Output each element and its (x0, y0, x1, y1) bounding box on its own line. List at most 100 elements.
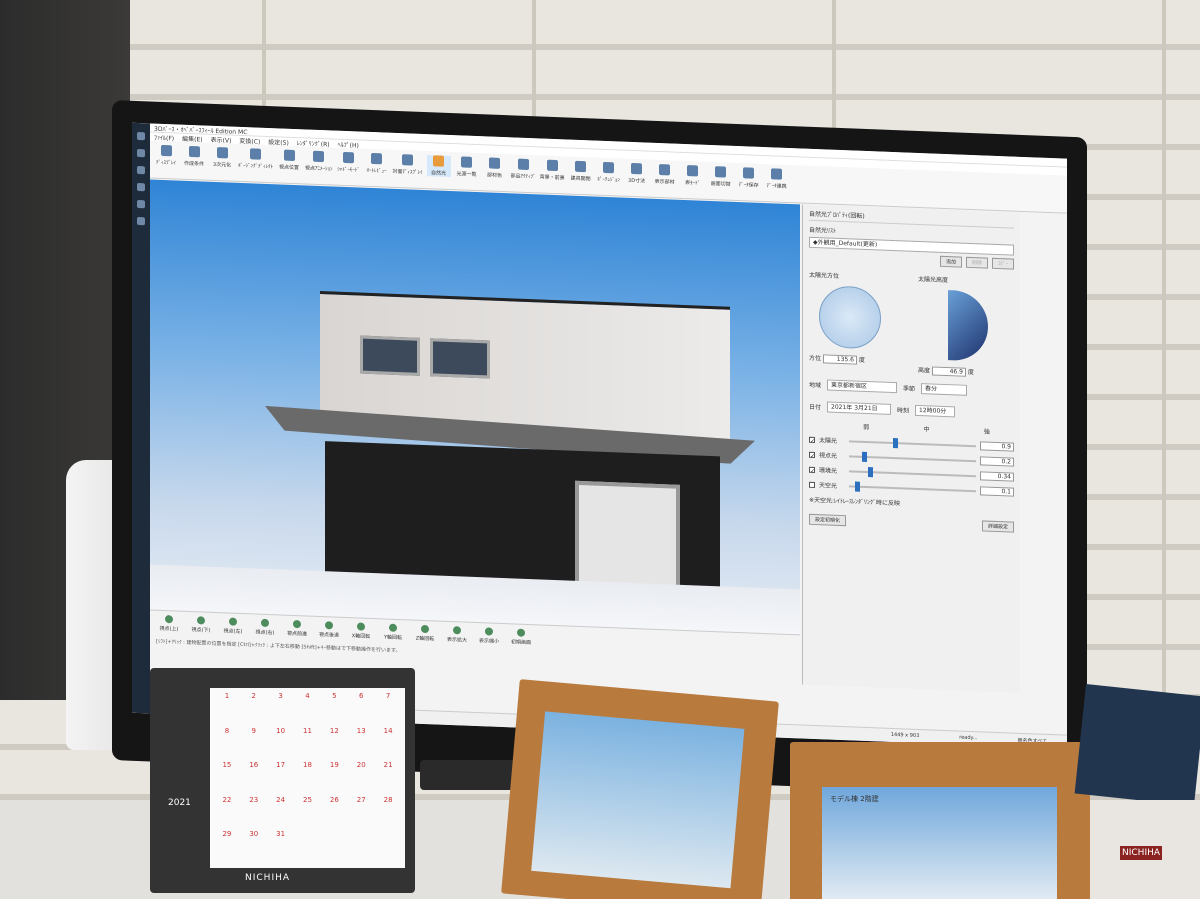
brochure: NICHIHA (1090, 800, 1200, 899)
search-icon[interactable] (137, 148, 145, 158)
natural-light-button[interactable]: 自然光 (426, 155, 451, 178)
initial-view-button[interactable]: 初期画面 (508, 628, 534, 646)
calendar-day: 27 (356, 795, 366, 804)
expand-icon (453, 626, 461, 635)
posing-button[interactable]: ﾎﾟｰｼﾞﾝｸﾞﾃﾞｨﾚｸﾄ (238, 148, 273, 170)
view-up-button[interactable]: 視点(上) (156, 615, 182, 633)
zoom-in-button[interactable]: 表示拡大 (444, 626, 470, 644)
data-link-button[interactable]: ﾃﾞｰﾀ連携 (765, 168, 789, 190)
delete-button[interactable]: 削除 (965, 256, 988, 269)
altitude-section: 太陽光高度 高度 46.9 度 (918, 274, 1014, 379)
3d-dimension-button[interactable]: 3D寸法 (625, 162, 649, 185)
light-value[interactable]: 0.1 (980, 486, 1014, 497)
3d-viewport[interactable] (150, 179, 800, 635)
app-icon[interactable] (137, 216, 145, 226)
view-back-button[interactable]: 視点後退 (316, 621, 342, 639)
azimuth-field-label: 方位 (809, 354, 822, 363)
navigation-hint: [ｼﾌﾄ]+ｸﾘｯｸ : 建物配置の位置を指定 [Ctrl]+ｸﾘｯｸ : よ下… (156, 638, 401, 655)
scale-weak: 弱 (863, 423, 870, 432)
auto-review-button[interactable]: ｵｰﾄﾚﾋﾞｭｰ (365, 152, 389, 175)
calendar-day: 9 (251, 726, 256, 735)
light-slider[interactable] (849, 481, 976, 492)
light-value[interactable]: 0.34 (980, 471, 1014, 482)
calendar-day: 13 (356, 726, 366, 735)
season-select[interactable]: 春分 (921, 383, 968, 396)
display-button[interactable]: ﾃﾞｨｽﾌﾟﾚｲ (154, 144, 178, 167)
time-input[interactable]: 12時00分 (915, 404, 956, 418)
calendar-day: 15 (222, 761, 232, 770)
facing-display-button[interactable]: 対面ﾃﾞｨｽﾌﾟﾚｲ (393, 154, 423, 176)
layers-icon (659, 164, 671, 176)
view-down-button[interactable]: 視点(下) (188, 616, 214, 634)
azimuth-input[interactable]: 135.6 (822, 354, 857, 365)
door-open-button[interactable]: 建具開閉 (569, 160, 593, 183)
light-slider[interactable] (849, 451, 976, 462)
calendar-day: 23 (249, 795, 259, 804)
slider-knob[interactable] (868, 466, 874, 477)
altitude-dial[interactable] (948, 290, 988, 362)
light-value[interactable]: 0.2 (980, 456, 1014, 467)
view-forward-button[interactable]: 視点前進 (284, 619, 310, 638)
calendar-day: 30 (249, 830, 259, 839)
detail-settings-button[interactable]: 詳細設定 (981, 520, 1014, 533)
zoom-out-button[interactable]: 表示縮小 (476, 627, 502, 645)
porch-button[interactable]: ﾎﾟｰﾁｭｼﾞｮﾝ (597, 161, 621, 184)
light-checkbox[interactable]: ✓ (809, 436, 815, 445)
altitude-input[interactable]: 46.9 (931, 366, 966, 377)
light-label: 視点光 (819, 452, 838, 460)
table-mode-button[interactable]: 表ﾓｰﾄﾞ (681, 165, 705, 187)
date-picker[interactable]: 2021年 3月21日 (827, 401, 892, 415)
light-checkbox[interactable]: ✓ (809, 451, 815, 460)
task-view-icon[interactable] (137, 165, 145, 175)
calendar-day: 18 (303, 761, 312, 770)
3d-icon (631, 162, 643, 175)
light-value[interactable]: 0.9 (980, 441, 1014, 452)
background-button[interactable]: 背景・前景 (540, 159, 565, 181)
light-list-button[interactable]: 光源一覧 (455, 156, 479, 178)
slider-knob[interactable] (861, 451, 867, 462)
calendar-day: 25 (303, 795, 312, 804)
light-label: 太陽光 (819, 437, 838, 445)
region-select[interactable]: 東京都新宿区 (827, 379, 898, 394)
3d-convert-button[interactable]: 3次元化 (210, 147, 234, 169)
person-icon (402, 154, 414, 166)
app-icon[interactable] (137, 199, 145, 209)
light-checkbox[interactable]: ✓ (809, 466, 815, 475)
light-slider[interactable] (849, 466, 976, 477)
material-color-button[interactable]: 部材色 (483, 157, 507, 179)
add-button[interactable]: 追加 (939, 255, 962, 268)
sky-light-note: ※天空光:ﾚｲﾄﾚｰｽﾚﾝﾀﾞﾘﾝｸﾞ時に反映 (809, 496, 901, 508)
calendar-day: 21 (383, 761, 393, 770)
calendar-day: 14 (383, 726, 393, 735)
save-data-button[interactable]: ﾃﾞｰﾀ保存 (737, 167, 761, 189)
calendar-day: 2 (251, 692, 256, 700)
azimuth-label: 太陽光方位 (809, 271, 840, 280)
shadow-mode-button[interactable]: ｼｬﾄﾞｰﾓｰﾄﾞ (337, 151, 361, 174)
slider-knob[interactable] (855, 481, 861, 492)
z-rotate-button[interactable]: Z軸回転 (412, 624, 438, 643)
calendar-day: 7 (385, 692, 391, 700)
chevron-left-icon (229, 617, 237, 626)
light-checkbox[interactable] (809, 481, 815, 488)
natural-light-panel: 自然光ﾌﾟﾛﾊﾟﾃｨ(回転) 自然光ﾘｽﾄ ◆外観用_Default(更新) 追… (802, 204, 1020, 693)
document-icon (188, 145, 200, 158)
windows-start-icon[interactable] (137, 131, 145, 141)
display-materials-button[interactable]: 表示部材 (653, 164, 677, 186)
view-position-button[interactable]: 視点位置 (277, 149, 301, 171)
view-animation-button[interactable]: 視点ｱﾆﾒｰｼｮﾝ (305, 150, 333, 172)
light-label: 環境光 (819, 467, 838, 475)
reset-settings-button[interactable]: 設定初期化 (809, 513, 847, 527)
creation-conditions-button[interactable]: 作成条件 (182, 145, 206, 168)
y-rotate-button[interactable]: Y軸回転 (380, 623, 406, 641)
view-left-button[interactable]: 視点(左) (220, 617, 246, 635)
view-right-button[interactable]: 視点(右) (252, 618, 278, 636)
copy-button[interactable]: ｺﾋﾟｰ (991, 257, 1014, 270)
calendar-day: 6 (358, 692, 364, 700)
slider-knob[interactable] (893, 437, 899, 448)
explorer-icon[interactable] (137, 182, 145, 192)
light-slider[interactable] (849, 437, 976, 448)
parts-active-button[interactable]: 部品ｱｸﾃｨﾌﾞ (511, 158, 536, 180)
x-rotate-button[interactable]: X軸回転 (348, 622, 374, 640)
azimuth-dial[interactable] (819, 285, 881, 350)
screen-switch-button[interactable]: 画面切替 (709, 166, 733, 188)
